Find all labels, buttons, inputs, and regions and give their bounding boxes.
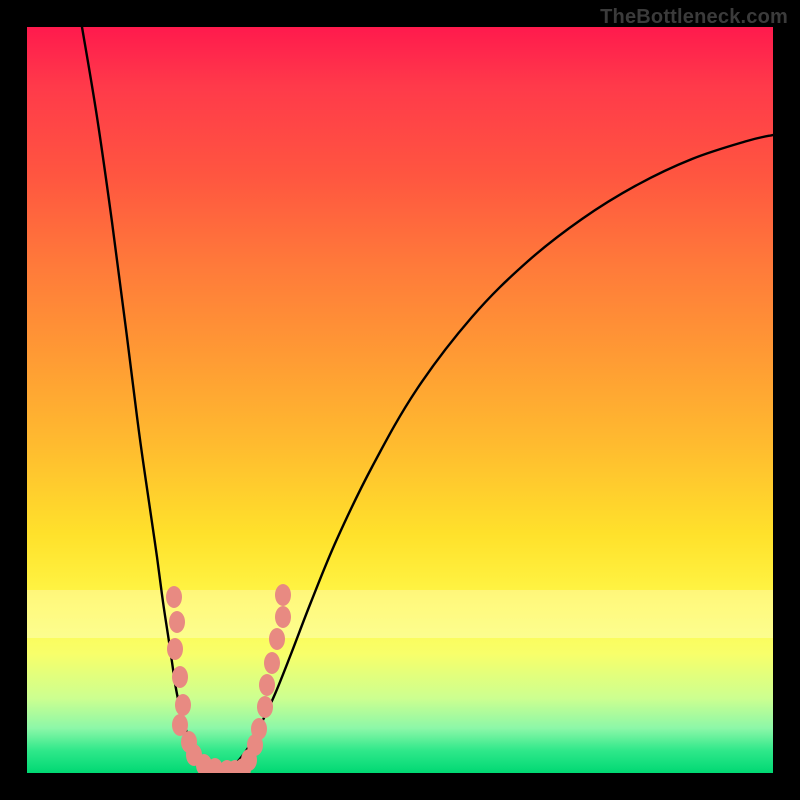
plot-area — [27, 27, 773, 773]
curve-0 — [82, 27, 229, 769]
data-dot — [257, 696, 273, 718]
dot-layer — [166, 584, 291, 773]
data-dot — [172, 666, 188, 688]
chart-svg — [27, 27, 773, 773]
data-dot — [166, 586, 182, 608]
data-dot — [169, 611, 185, 633]
data-dot — [175, 694, 191, 716]
data-dot — [275, 606, 291, 628]
curve-1 — [229, 135, 773, 769]
chart-frame: TheBottleneck.com — [0, 0, 800, 800]
data-dot — [269, 628, 285, 650]
watermark-text: TheBottleneck.com — [600, 6, 788, 29]
data-dot — [275, 584, 291, 606]
data-dot — [259, 674, 275, 696]
data-dot — [264, 652, 280, 674]
data-dot — [251, 718, 267, 740]
curve-layer — [82, 27, 773, 769]
data-dot — [167, 638, 183, 660]
